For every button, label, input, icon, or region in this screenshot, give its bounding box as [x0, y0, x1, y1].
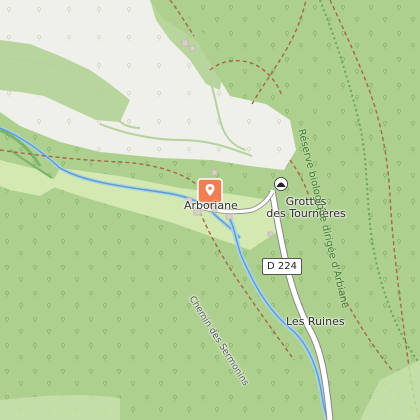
cave-icon[interactable] [274, 177, 288, 191]
ruins-label[interactable]: Les Ruines [286, 316, 345, 328]
village-label[interactable]: Arboriane [184, 200, 238, 212]
cave-label-line2: des Tournières [266, 207, 346, 220]
map-view[interactable]: Arboriane Grottes des Tournières Les Rui… [0, 0, 420, 420]
road-shield: D 224 [262, 258, 302, 275]
cave-label[interactable]: Grottes des Tournières [252, 196, 360, 220]
